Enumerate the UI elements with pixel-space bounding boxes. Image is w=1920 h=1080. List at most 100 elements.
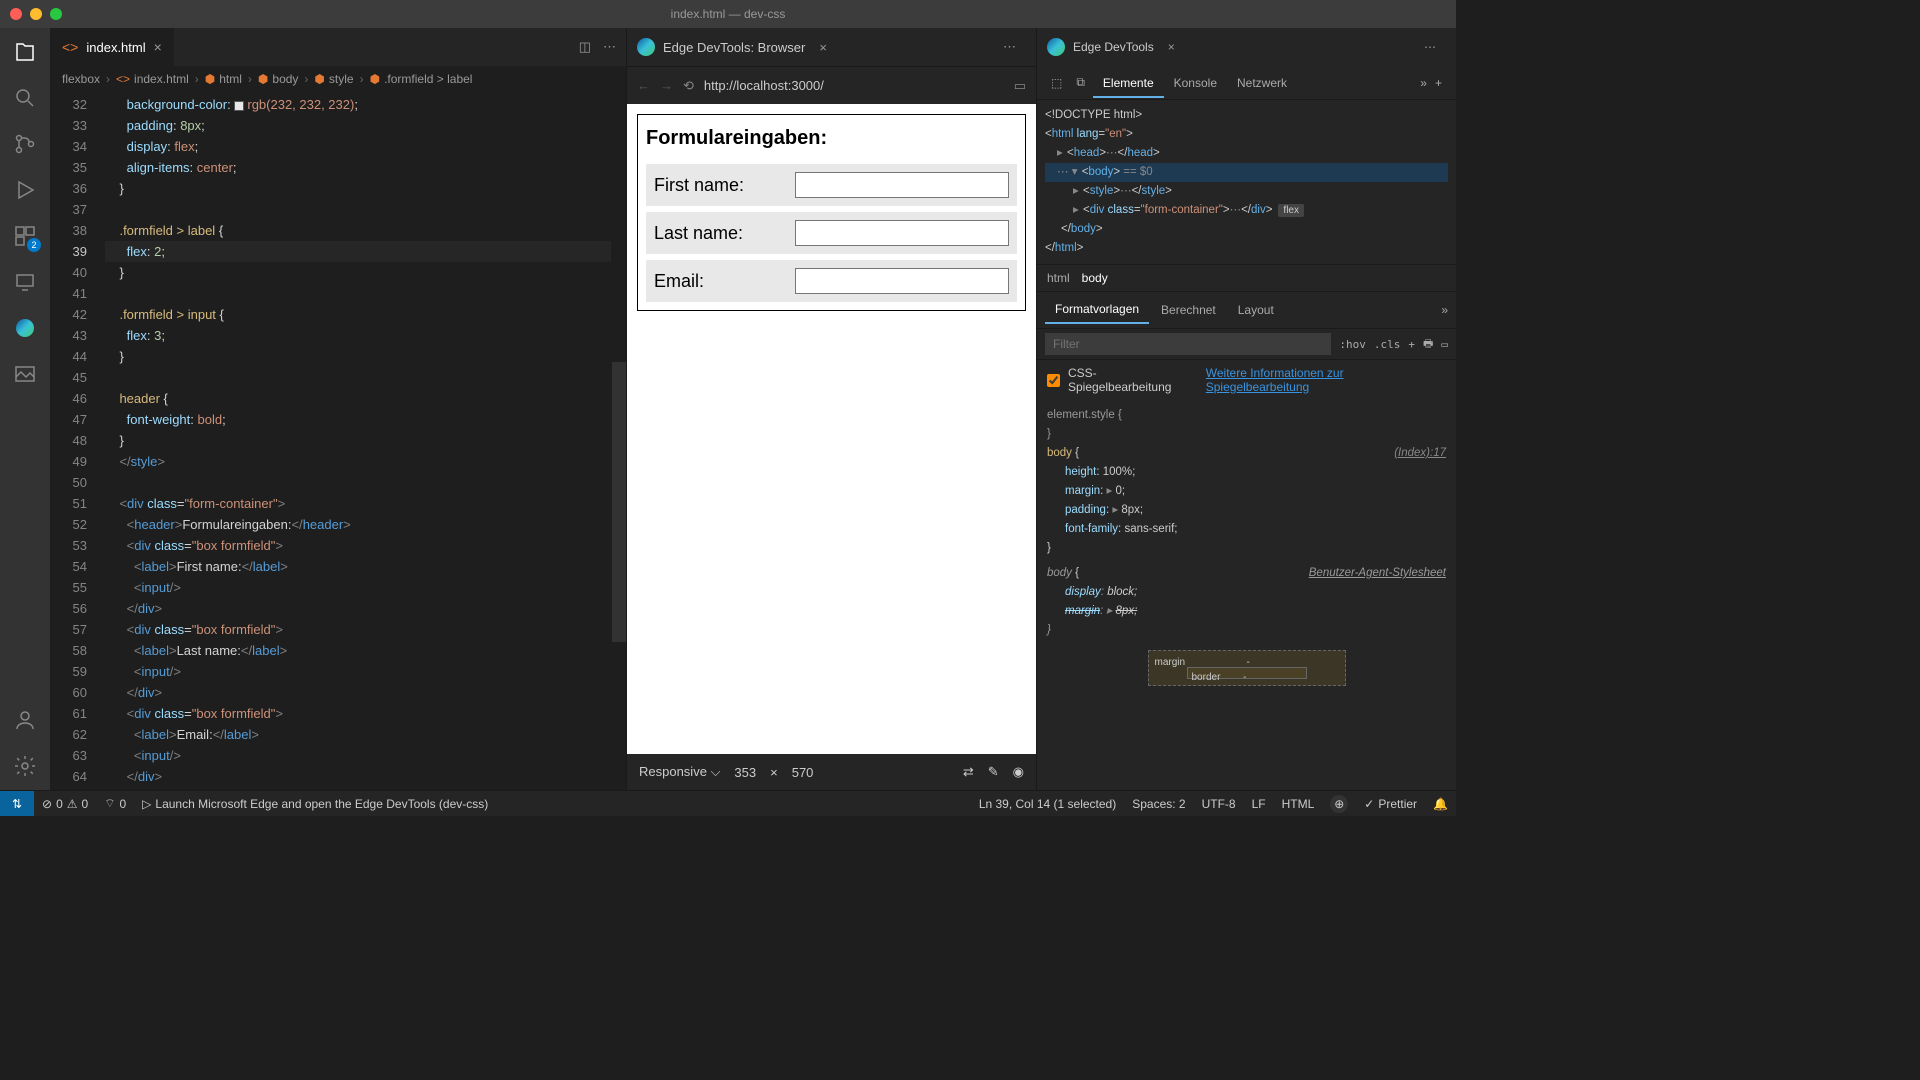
close-icon[interactable]: × — [154, 39, 162, 55]
breadcrumb-item[interactable]: <> index.html — [116, 72, 189, 86]
dom-breadcrumb[interactable]: html body — [1037, 264, 1456, 292]
device-icon[interactable]: ⧉ — [1070, 75, 1091, 90]
prettier-item[interactable]: ✓ Prettier — [1356, 795, 1425, 813]
tab-index-html[interactable]: <> index.html × — [50, 28, 175, 66]
code-editor[interactable]: 3233343536373839404142434445464748495051… — [50, 92, 626, 790]
remote-icon[interactable] — [11, 268, 39, 296]
indentation[interactable]: Spaces: 2 — [1124, 795, 1193, 813]
forward-icon[interactable]: → — [660, 78, 673, 93]
window-title: index.html — dev-css — [671, 7, 786, 21]
styles-tab-formatvorlagen[interactable]: Formatvorlagen — [1045, 296, 1149, 324]
responsive-dropdown[interactable]: Responsive ⌵ — [639, 764, 720, 780]
more-icon[interactable]: ⋯ — [603, 39, 616, 55]
bell-icon[interactable]: 🔔 — [1425, 795, 1456, 813]
eyedropper-icon[interactable]: ✎ — [988, 764, 999, 780]
field-label: Email: — [654, 271, 795, 292]
tab-browser[interactable]: Edge DevTools: Browser × — [637, 38, 827, 56]
encoding[interactable]: UTF-8 — [1194, 795, 1244, 813]
styles-tab-layout[interactable]: Layout — [1228, 297, 1284, 323]
text-input[interactable] — [795, 268, 1009, 294]
devtools-tab-elemente[interactable]: Elemente — [1093, 70, 1164, 98]
explorer-icon[interactable] — [11, 38, 39, 66]
screencast-icon[interactable]: ▭ — [1014, 78, 1026, 94]
form-field: Last name: — [646, 212, 1017, 254]
hov-button[interactable]: :hov — [1339, 338, 1366, 351]
vision-icon[interactable]: ◉ — [1013, 764, 1024, 780]
devtools-tab-netzwerk[interactable]: Netzwerk — [1227, 70, 1297, 96]
form-field: Email: — [646, 260, 1017, 302]
rotate-icon[interactable]: ⇄ — [963, 764, 974, 780]
breadcrumb-item[interactable]: ⬢ body — [258, 72, 299, 86]
search-icon[interactable] — [11, 84, 39, 112]
devtools-tab-konsole[interactable]: Konsole — [1164, 70, 1227, 96]
browser-toolbar: ← → ⟲ http://localhost:3000/ ▭ — [627, 66, 1036, 104]
more-tabs-icon[interactable]: » — [1420, 76, 1427, 90]
dom-crumb-item[interactable]: html — [1047, 271, 1070, 285]
text-input[interactable] — [795, 172, 1009, 198]
maximize-window-icon[interactable] — [50, 8, 62, 20]
viewport-width[interactable]: 353 — [734, 765, 756, 780]
computed-icon[interactable]: ▭ — [1441, 338, 1448, 351]
breadcrumb-item[interactable]: flexbox — [62, 72, 100, 86]
source-control-icon[interactable] — [11, 130, 39, 158]
edge-icon — [1047, 38, 1065, 56]
status-bar: ⇅ ⊘0 ⚠0 ⌔0 ▷ Launch Microsoft Edge and o… — [0, 790, 1456, 816]
styles-rules[interactable]: element.style {}(Index):17body {height: … — [1037, 400, 1456, 790]
more-icon[interactable]: ⋯ — [1424, 40, 1436, 54]
chevron-down-icon: ⌵ — [711, 764, 721, 779]
edge-icon — [637, 38, 655, 56]
dom-tree[interactable]: <!DOCTYPE html> <html lang="en"> ▸<head>… — [1037, 100, 1456, 264]
more-icon[interactable]: ⋯ — [1003, 39, 1016, 55]
new-rule-icon[interactable]: + — [1408, 338, 1415, 351]
eol[interactable]: LF — [1244, 795, 1274, 813]
styles-tab-berechnet[interactable]: Berechnet — [1151, 297, 1226, 323]
edge-extension-icon[interactable] — [11, 314, 39, 342]
mirror-checkbox[interactable] — [1047, 374, 1060, 387]
titlebar: index.html — dev-css — [0, 0, 1456, 28]
language-mode[interactable]: HTML — [1274, 795, 1323, 813]
port-icon-wrap[interactable]: ⊕ — [1322, 795, 1356, 813]
settings-gear-icon[interactable] — [11, 752, 39, 780]
field-label: First name: — [654, 175, 795, 196]
reload-icon[interactable]: ⟲ — [683, 78, 694, 94]
port-icon: ⊕ — [1330, 795, 1348, 813]
split-editor-icon[interactable]: ◫ — [579, 39, 591, 55]
image-icon[interactable] — [11, 360, 39, 388]
cls-button[interactable]: .cls — [1374, 338, 1401, 351]
breadcrumb[interactable]: flexbox›<> index.html›⬢ html›⬢ body›⬢ st… — [50, 66, 626, 92]
breadcrumb-item[interactable]: ⬢ .formfield > label — [370, 72, 473, 86]
more-styles-icon[interactable]: » — [1441, 303, 1448, 317]
field-label: Last name: — [654, 223, 795, 244]
url-bar[interactable]: http://localhost:3000/ — [704, 78, 1004, 93]
add-tab-icon[interactable]: + — [1429, 76, 1448, 90]
text-input[interactable] — [795, 220, 1009, 246]
breadcrumb-item[interactable]: ⬢ style — [314, 72, 353, 86]
close-window-icon[interactable] — [10, 8, 22, 20]
cursor-position[interactable]: Ln 39, Col 14 (1 selected) — [971, 795, 1124, 813]
devtools-tabs: ⬚ ⧉ ElementeKonsoleNetzwerk » + — [1037, 66, 1456, 100]
warning-icon: ⚠ — [67, 797, 78, 811]
minimize-window-icon[interactable] — [30, 8, 42, 20]
extensions-icon[interactable]: 2 — [11, 222, 39, 250]
minimap[interactable] — [611, 92, 626, 790]
viewport-height[interactable]: 570 — [792, 765, 814, 780]
debug-icon[interactable] — [11, 176, 39, 204]
print-icon[interactable]: 🖶 — [1423, 335, 1433, 354]
remote-indicator[interactable]: ⇅ — [0, 791, 34, 816]
mirror-link[interactable]: Weitere Informationen zur Spiegelbearbei… — [1206, 366, 1446, 394]
tab-devtools[interactable]: Edge DevTools × — [1047, 38, 1175, 56]
inspect-icon[interactable]: ⬚ — [1045, 76, 1068, 90]
launch-item[interactable]: ▷ Launch Microsoft Edge and open the Edg… — [134, 797, 496, 811]
close-icon[interactable]: × — [1168, 40, 1175, 54]
errors-item[interactable]: ⊘0 ⚠0 — [34, 797, 96, 811]
account-icon[interactable] — [11, 706, 39, 734]
antenna-icon: ⌔ — [104, 796, 115, 811]
times-icon: × — [770, 765, 778, 780]
ports-item[interactable]: ⌔0 — [96, 796, 134, 811]
back-icon[interactable]: ← — [637, 78, 650, 93]
close-icon[interactable]: × — [819, 40, 827, 55]
styles-filter-input[interactable] — [1045, 333, 1331, 355]
browser-viewport[interactable]: Formulareingaben: First name:Last name:E… — [627, 104, 1036, 790]
dom-crumb-item[interactable]: body — [1082, 271, 1108, 285]
breadcrumb-item[interactable]: ⬢ html — [205, 72, 242, 86]
